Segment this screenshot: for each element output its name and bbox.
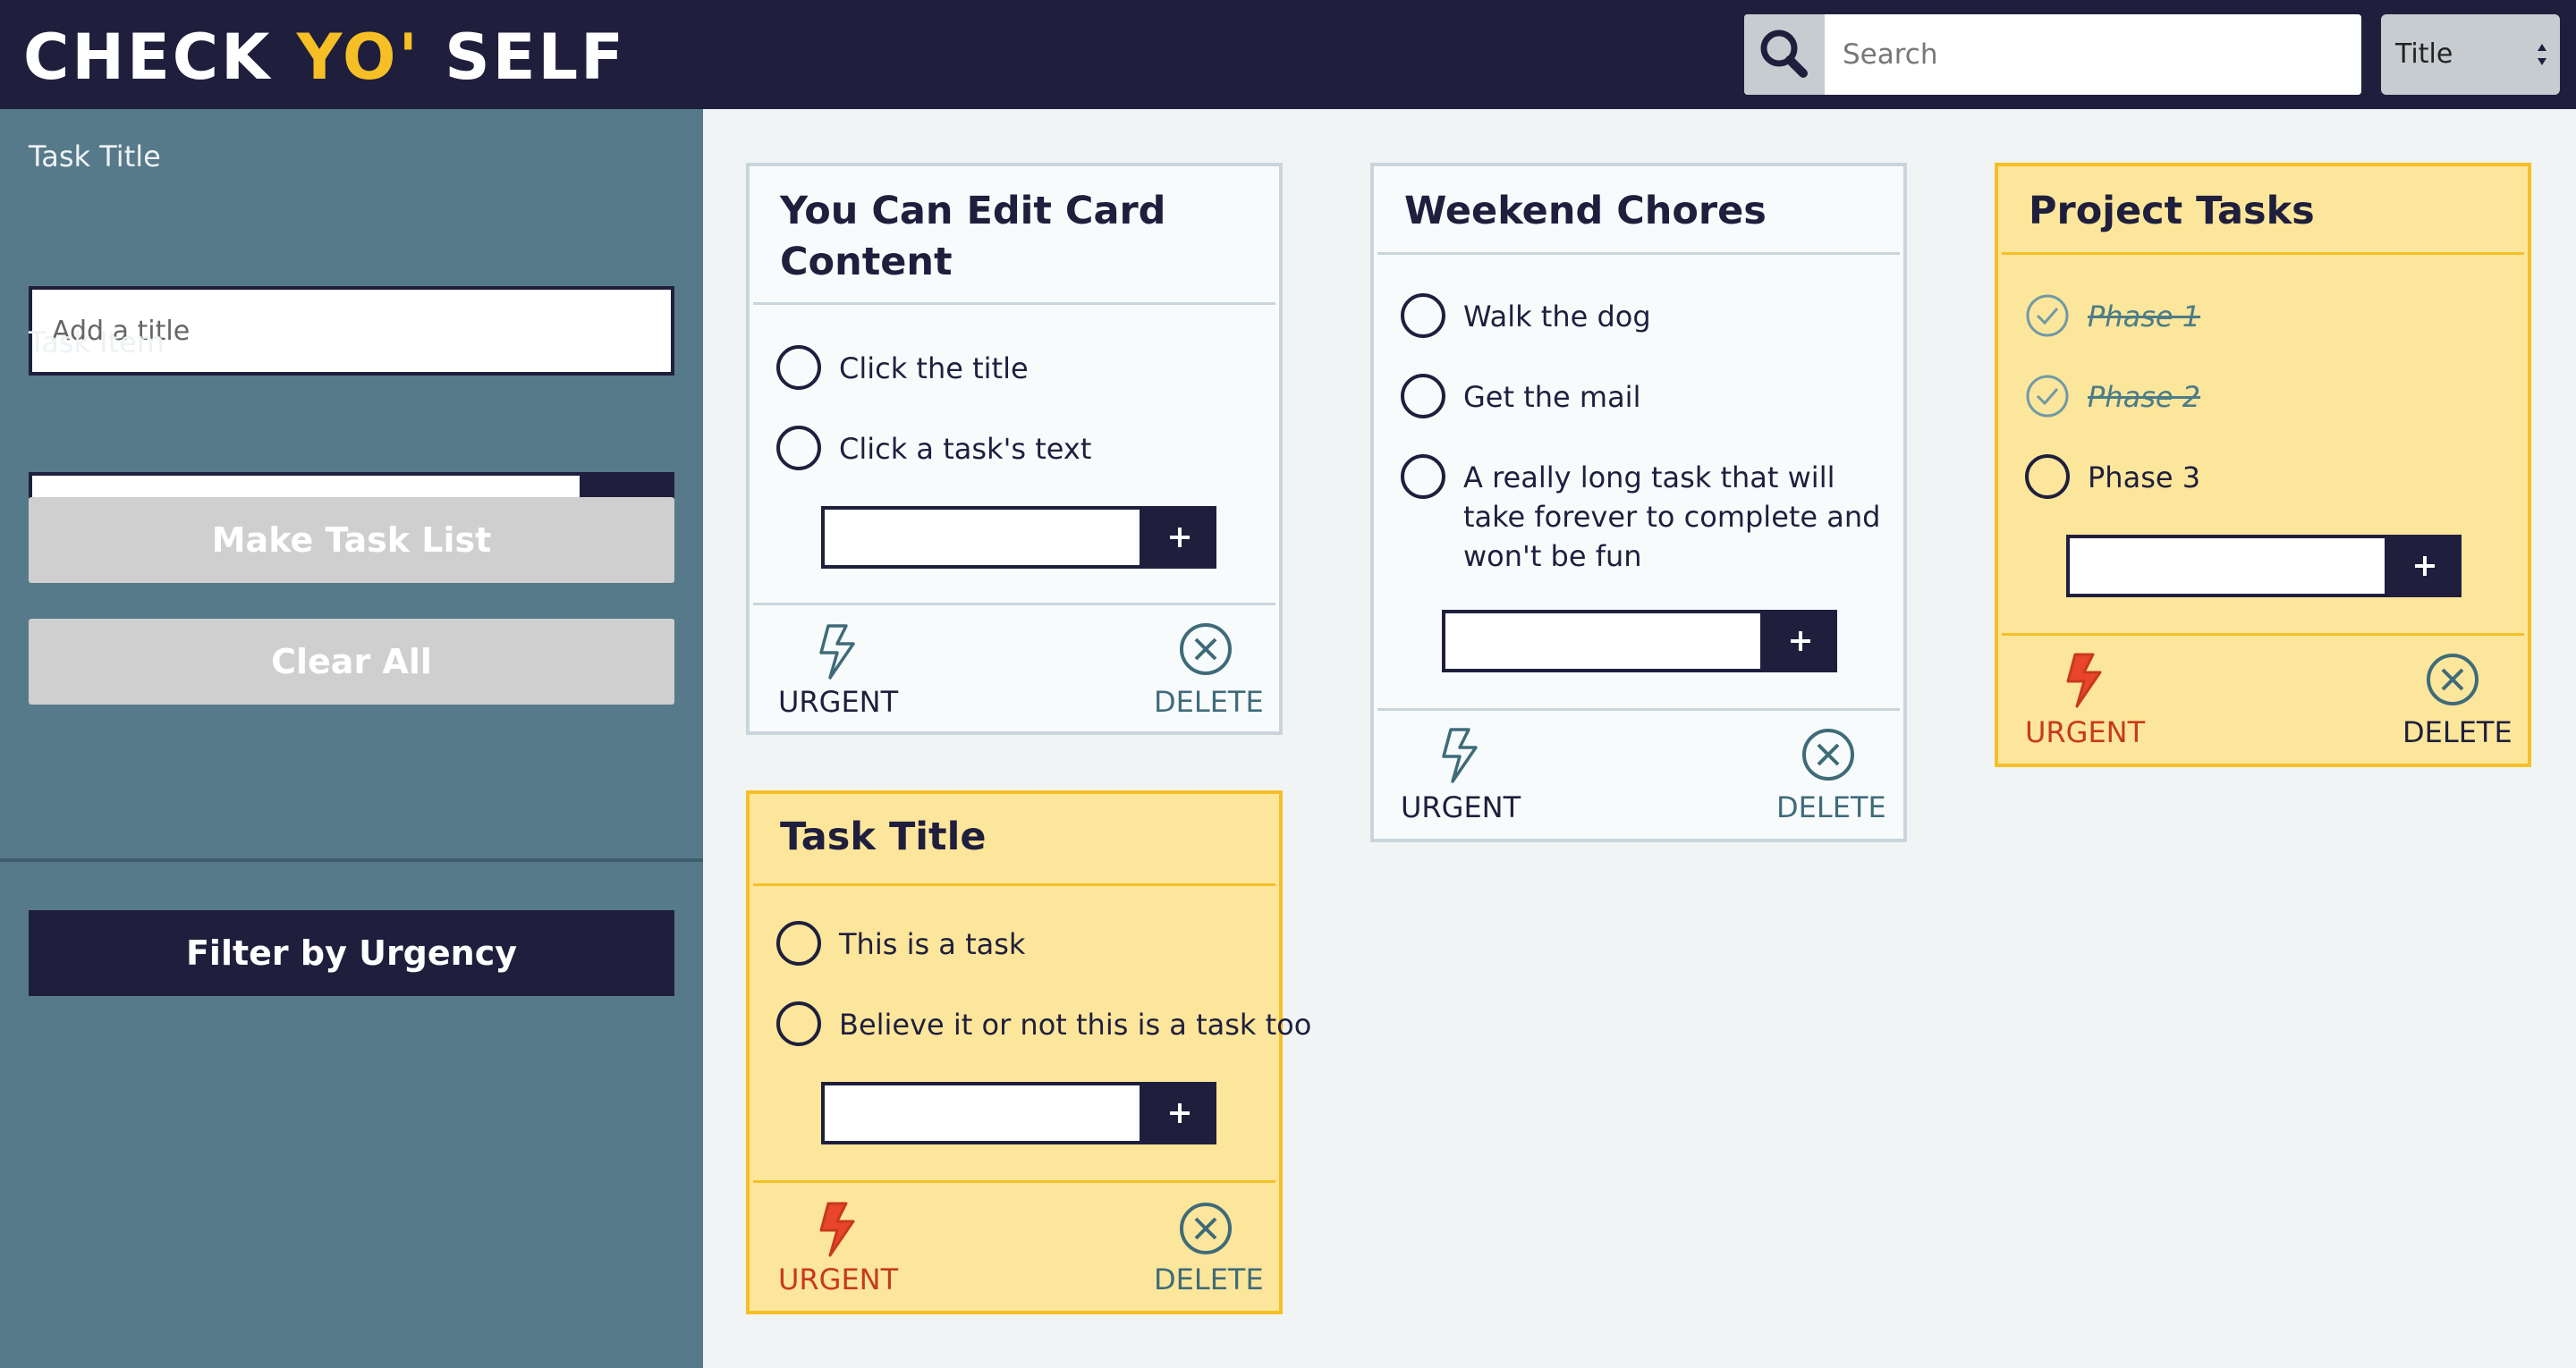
check-circle-icon[interactable] bbox=[2025, 293, 2070, 338]
delete-label[interactable]: DELETE bbox=[1154, 685, 1264, 719]
plus-icon bbox=[2415, 556, 2435, 576]
lightning-icon[interactable] bbox=[810, 1198, 860, 1261]
card-divider bbox=[1377, 708, 1900, 711]
search-bar bbox=[1744, 14, 2361, 95]
checkbox-circle-icon[interactable] bbox=[2025, 454, 2070, 499]
select-arrows-icon bbox=[2538, 44, 2546, 65]
logo-text-yo: YO' bbox=[296, 21, 420, 94]
task-text[interactable]: Click the title bbox=[839, 349, 1029, 388]
task-item-label: Task Item bbox=[29, 325, 165, 359]
logo-text-self: SELF bbox=[419, 21, 626, 94]
search-input[interactable] bbox=[1825, 14, 2361, 95]
task-text[interactable]: Walk the dog bbox=[1463, 297, 1651, 336]
card-title[interactable]: Weekend Chores bbox=[1404, 186, 1885, 237]
urgent-label[interactable]: URGENT bbox=[1401, 790, 1521, 824]
close-circle-icon[interactable] bbox=[1177, 1200, 1234, 1257]
clear-all-button[interactable]: Clear All bbox=[29, 619, 674, 705]
task-text[interactable]: Click a task's text bbox=[839, 429, 1091, 469]
task-text[interactable]: A really long task that will take foreve… bbox=[1463, 458, 1902, 576]
checkbox-circle-icon[interactable] bbox=[776, 345, 821, 390]
urgent-label[interactable]: URGENT bbox=[778, 1262, 898, 1296]
task-text[interactable]: Believe it or not this is a task too bbox=[839, 1005, 1311, 1044]
card-title[interactable]: Task Title bbox=[780, 812, 1261, 863]
card-task-input[interactable] bbox=[821, 1082, 1143, 1144]
lightning-icon[interactable] bbox=[1433, 724, 1483, 787]
sidebar: Task Title Task Item Make Task List Clea… bbox=[0, 109, 703, 1368]
checkbox-circle-icon[interactable] bbox=[1401, 454, 1445, 499]
card-title[interactable]: Project Tasks bbox=[2029, 186, 2510, 237]
check-circle-icon[interactable] bbox=[2025, 374, 2070, 418]
card-divider bbox=[753, 302, 1275, 305]
app-header: CHECK YO' SELF Title bbox=[0, 0, 2576, 109]
close-circle-icon[interactable] bbox=[2424, 651, 2481, 708]
delete-label[interactable]: DELETE bbox=[1776, 790, 1886, 824]
card-task-input[interactable] bbox=[2066, 535, 2388, 597]
sort-select[interactable]: Title bbox=[2381, 14, 2560, 95]
plus-icon bbox=[1170, 528, 1190, 547]
filter-by-urgency-button[interactable]: Filter by Urgency bbox=[29, 910, 674, 996]
card-task-input[interactable] bbox=[821, 506, 1143, 569]
card-add-task-button[interactable] bbox=[1143, 506, 1216, 569]
checkbox-circle-icon[interactable] bbox=[776, 426, 821, 470]
card-add-task-button[interactable] bbox=[2388, 535, 2462, 597]
search-button[interactable] bbox=[1744, 14, 1825, 95]
app-logo: CHECK YO' SELF bbox=[23, 20, 626, 95]
close-circle-icon[interactable] bbox=[1177, 621, 1234, 678]
search-icon bbox=[1760, 30, 1808, 78]
sort-select-value: Title bbox=[2395, 38, 2453, 70]
lightning-icon[interactable] bbox=[2057, 649, 2107, 712]
card-divider bbox=[2002, 252, 2524, 255]
task-card: Task Title This is a task Believe it or … bbox=[746, 790, 1311, 1314]
delete-label[interactable]: DELETE bbox=[1154, 1262, 1264, 1296]
checkbox-circle-icon[interactable] bbox=[776, 921, 821, 966]
make-task-list-button[interactable]: Make Task List bbox=[29, 497, 674, 583]
plus-icon bbox=[1791, 631, 1810, 651]
card-divider bbox=[1377, 252, 1900, 255]
card-divider bbox=[753, 1180, 1275, 1183]
card-divider bbox=[753, 883, 1275, 886]
task-text[interactable]: Get the mail bbox=[1463, 377, 1640, 417]
task-text[interactable]: Phase 2 bbox=[2088, 377, 2200, 417]
task-text[interactable]: Phase 1 bbox=[2088, 297, 2200, 336]
close-circle-icon[interactable] bbox=[1800, 726, 1857, 783]
task-card: You Can Edit Card Content Click the titl… bbox=[746, 163, 1283, 735]
checkbox-circle-icon[interactable] bbox=[1401, 374, 1445, 418]
task-card: Weekend Chores Walk the dog Get the mail… bbox=[1370, 163, 1907, 842]
delete-label[interactable]: DELETE bbox=[2402, 715, 2512, 749]
task-card: Project Tasks Phase 1 Phase 2 Phase 3 UR… bbox=[1995, 163, 2531, 767]
logo-text-check: CHECK bbox=[23, 21, 297, 94]
plus-icon bbox=[1170, 1103, 1190, 1123]
checkbox-circle-icon[interactable] bbox=[1401, 293, 1445, 338]
card-add-task-button[interactable] bbox=[1764, 610, 1837, 672]
sidebar-divider bbox=[0, 858, 703, 862]
lightning-icon[interactable] bbox=[810, 621, 860, 683]
urgent-label[interactable]: URGENT bbox=[778, 685, 898, 719]
card-divider bbox=[2002, 633, 2524, 636]
card-task-input[interactable] bbox=[1442, 610, 1764, 672]
urgent-label[interactable]: URGENT bbox=[2025, 715, 2145, 749]
card-title[interactable]: You Can Edit Card Content bbox=[780, 186, 1261, 288]
task-title-label: Task Title bbox=[29, 139, 161, 173]
task-text[interactable]: Phase 3 bbox=[2088, 458, 2200, 497]
task-text[interactable]: This is a task bbox=[839, 925, 1025, 964]
card-add-task-button[interactable] bbox=[1143, 1082, 1216, 1144]
card-divider bbox=[753, 603, 1275, 605]
checkbox-circle-icon[interactable] bbox=[776, 1001, 821, 1046]
